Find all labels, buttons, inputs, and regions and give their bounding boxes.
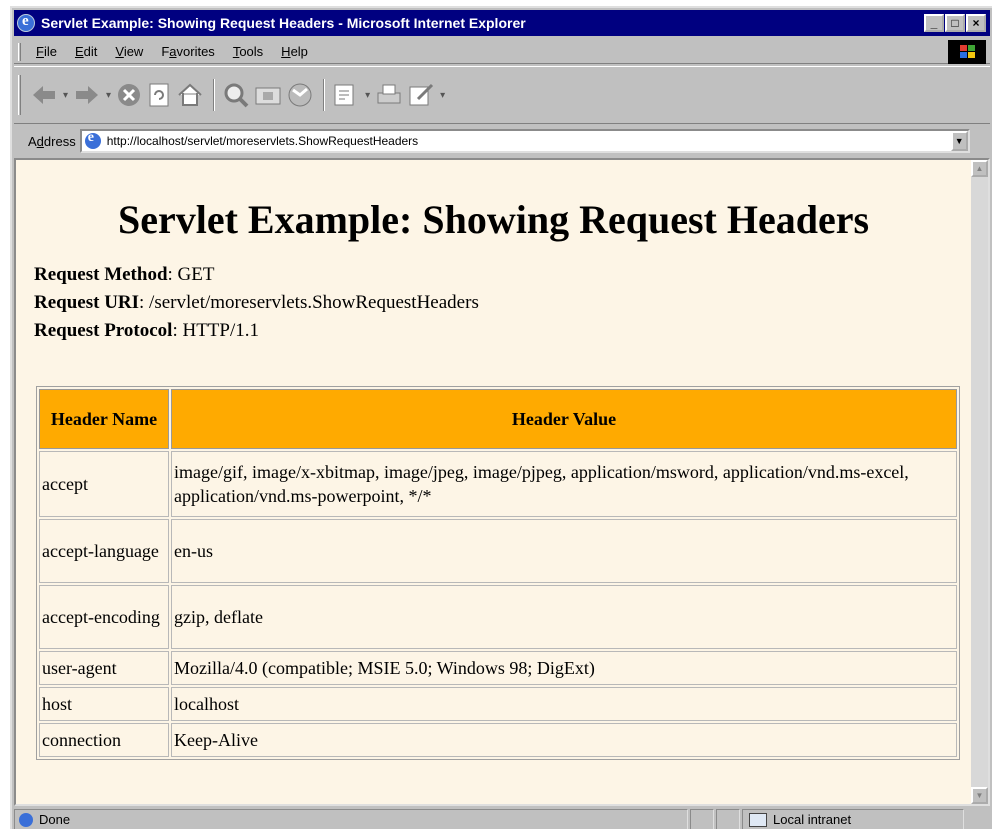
status-text: Done <box>39 812 71 827</box>
menu-help[interactable]: Help <box>272 44 317 59</box>
scroll-down-button[interactable]: ▼ <box>971 787 988 804</box>
stop-icon[interactable] <box>115 77 143 113</box>
toolbar-separator <box>213 79 216 111</box>
windows-logo-icon <box>948 39 986 64</box>
request-uri-line: Request URI: /servlet/moreservlets.ShowR… <box>34 289 971 317</box>
menubar-grip[interactable] <box>18 42 21 61</box>
table-row: user-agent Mozilla/4.0 (compatible; MSIE… <box>39 651 957 685</box>
page-icon <box>84 130 101 149</box>
mail-dropdown-icon[interactable]: ▾ <box>365 90 370 101</box>
ie-app-icon[interactable] <box>17 13 35 32</box>
request-method-label: Request Method <box>34 264 168 285</box>
table-row: accept-encoding gzip, deflate <box>39 585 957 649</box>
request-method-value: : GET <box>167 264 215 285</box>
menu-edit[interactable]: Edit <box>66 44 106 59</box>
header-value-cell: gzip, deflate <box>171 585 957 649</box>
page-heading: Servlet Example: Showing Request Headers <box>117 197 870 242</box>
address-bar: Address http://localhost/servlet/moreser… <box>14 126 990 156</box>
close-button[interactable]: × <box>966 14 986 32</box>
request-method-line: Request Method: GET <box>34 261 971 289</box>
scroll-up-button[interactable]: ▲ <box>971 160 988 177</box>
table-row: connection Keep-Alive <box>39 723 957 757</box>
print-icon[interactable] <box>374 77 404 113</box>
status-main-pane: Done <box>14 809 688 829</box>
table-row: accept image/gif, image/x-xbitmap, image… <box>39 451 957 517</box>
page-done-icon <box>19 812 33 827</box>
column-header-value: Header Value <box>171 389 957 449</box>
minimize-button[interactable]: _ <box>924 14 944 32</box>
request-info: Request Method: GET Request URI: /servle… <box>34 261 971 345</box>
header-name-cell: accept-encoding <box>39 585 169 649</box>
page-viewport: Servlet Example: Showing Request Headers… <box>14 158 990 806</box>
title-bar[interactable]: Servlet Example: Showing Request Headers… <box>14 10 990 36</box>
restore-button[interactable]: □ <box>945 14 965 32</box>
request-protocol-label: Request Protocol <box>34 320 173 341</box>
vertical-scrollbar[interactable]: ▲ ▼ <box>971 160 988 804</box>
intranet-zone-icon <box>749 812 767 827</box>
toolbar-grip[interactable] <box>18 75 21 115</box>
request-uri-label: Request URI <box>34 292 140 313</box>
back-icon[interactable] <box>29 77 59 113</box>
scroll-track[interactable] <box>971 177 988 787</box>
menu-bar: File Edit View Favorites Tools Help <box>14 39 990 64</box>
home-icon[interactable] <box>175 77 205 113</box>
edit-icon[interactable] <box>406 77 436 113</box>
request-headers-table: Header Name Header Value accept image/gi… <box>36 386 960 760</box>
column-header-name: Header Name <box>39 389 169 449</box>
header-value-cell: image/gif, image/x-xbitmap, image/jpeg, … <box>171 451 957 517</box>
forward-dropdown-icon[interactable]: ▾ <box>106 90 111 101</box>
history-icon[interactable] <box>285 77 315 113</box>
window-title: Servlet Example: Showing Request Headers… <box>41 15 526 31</box>
page-content: Servlet Example: Showing Request Headers… <box>16 160 971 804</box>
menu-view[interactable]: View <box>106 44 152 59</box>
refresh-icon[interactable] <box>145 77 173 113</box>
header-value-cell: en-us <box>171 519 957 583</box>
header-name-cell: host <box>39 687 169 721</box>
address-label: Address <box>28 133 76 149</box>
forward-icon[interactable] <box>72 77 102 113</box>
header-value-cell: Keep-Alive <box>171 723 957 757</box>
header-value-cell: Mozilla/4.0 (compatible; MSIE 5.0; Windo… <box>171 651 957 685</box>
address-dropdown-button[interactable]: ▼ <box>950 131 968 151</box>
request-protocol-value: : HTTP/1.1 <box>172 320 259 341</box>
status-progress-pane <box>690 809 714 829</box>
header-name-cell: user-agent <box>39 651 169 685</box>
browser-window: Servlet Example: Showing Request Headers… <box>10 6 992 829</box>
status-security-pane <box>716 809 740 829</box>
table-row: accept-language en-us <box>39 519 957 583</box>
request-protocol-line: Request Protocol: HTTP/1.1 <box>34 317 971 345</box>
address-input[interactable]: http://localhost/servlet/moreservlets.Sh… <box>79 129 970 153</box>
status-bar: Done Local intranet <box>14 808 990 829</box>
table-header-row: Header Name Header Value <box>39 389 957 449</box>
status-zone-pane: Local intranet <box>742 809 964 829</box>
window-controls: _ □ × <box>924 14 986 32</box>
header-name-cell: accept <box>39 451 169 517</box>
status-zone-text: Local intranet <box>773 812 852 827</box>
table-row: host localhost <box>39 687 957 721</box>
request-uri-value: : /servlet/moreservlets.ShowRequestHeade… <box>139 292 479 313</box>
edit-dropdown-icon[interactable]: ▾ <box>440 90 445 101</box>
menu-tools[interactable]: Tools <box>224 44 272 59</box>
back-dropdown-icon[interactable]: ▾ <box>63 90 68 101</box>
header-name-cell: accept-language <box>39 519 169 583</box>
address-url[interactable]: http://localhost/servlet/moreservlets.Sh… <box>107 134 951 148</box>
header-name-cell: connection <box>39 723 169 757</box>
favorites-icon[interactable] <box>253 77 283 113</box>
menu-favorites[interactable]: Favorites <box>152 44 223 59</box>
mail-icon[interactable] <box>331 77 361 113</box>
toolbar-separator <box>323 79 326 111</box>
header-value-cell: localhost <box>171 687 957 721</box>
standard-toolbar: ▾ ▾ ▾ ▾ <box>14 66 990 124</box>
menu-file[interactable]: File <box>27 44 66 59</box>
search-icon[interactable] <box>221 77 251 113</box>
